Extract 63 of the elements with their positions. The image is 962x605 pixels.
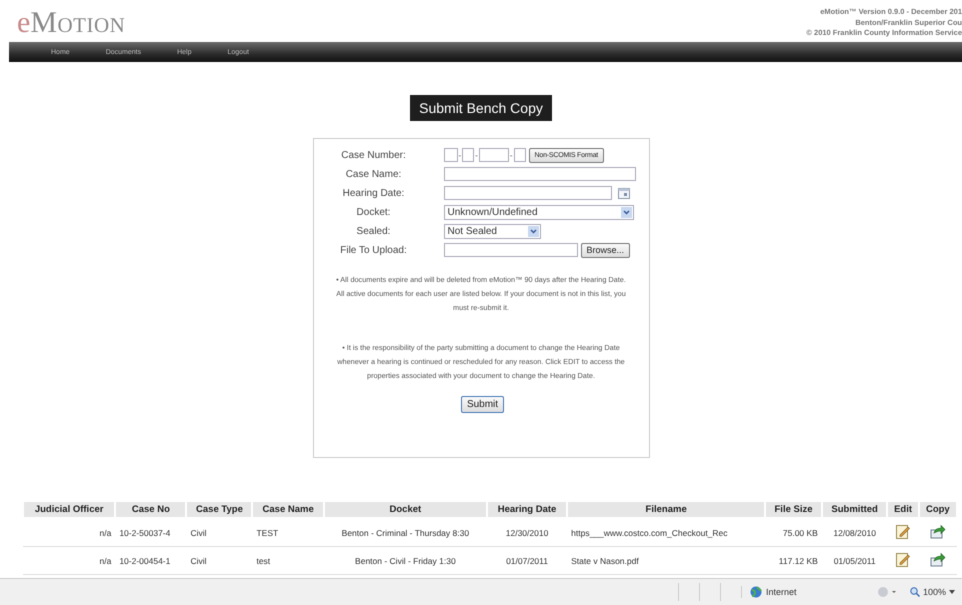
- globe-icon: [750, 586, 762, 598]
- input-field[interactable]: [462, 148, 474, 162]
- input-field[interactable]: [444, 148, 458, 162]
- caret-icon: [949, 590, 955, 594]
- input-field[interactable]: [478, 148, 509, 162]
- column-header: Copy: [918, 501, 957, 518]
- table-cell: 12/30/2010: [486, 518, 568, 546]
- table-cell: test: [252, 546, 324, 574]
- edit-note-icon[interactable]: [896, 552, 910, 567]
- table-cell: n/a: [23, 546, 116, 574]
- zoom-control[interactable]: 100%: [906, 587, 958, 597]
- browse-button[interactable]: Browse...: [580, 242, 630, 258]
- sealed-dropdown[interactable]: Not Sealed: [444, 224, 540, 238]
- input-field[interactable]: [444, 167, 636, 181]
- field-label: Sealed:: [356, 226, 392, 236]
- column-header: Submitted: [822, 501, 888, 518]
- table-cell: Benton - Civil - Friday 1:30: [324, 546, 487, 574]
- column-header: Case No: [115, 501, 186, 518]
- field-label: Case Number:: [340, 150, 407, 160]
- submit-button[interactable]: Submit: [460, 396, 504, 413]
- input-field[interactable]: [514, 148, 526, 162]
- magnifier-icon: [910, 587, 920, 597]
- table-cell: n/a: [23, 518, 116, 546]
- field-label: Case Name:: [344, 168, 402, 180]
- field-label: Hearing Date:: [342, 188, 406, 198]
- separator-text: -: [475, 150, 478, 160]
- copy-arrow-icon[interactable]: [930, 524, 946, 539]
- logo: eMotion: [17, 8, 126, 38]
- table-cell: 12/08/2010: [822, 518, 888, 546]
- table-cell: Benton - Criminal - Thursday 8:30: [324, 518, 487, 546]
- table-cell: TEST: [252, 518, 324, 546]
- separator-text: -: [458, 150, 462, 160]
- copy-arrow-icon[interactable]: [930, 552, 946, 567]
- page-title: Submit Bench Copy: [410, 95, 552, 121]
- table-cell: 01/07/2011: [486, 546, 568, 574]
- docket-dropdown[interactable]: Unknown/Undefined: [444, 204, 634, 220]
- field-label: Docket:: [356, 206, 392, 218]
- separator-text: -: [510, 150, 513, 160]
- column-header: Judicial Officer: [23, 501, 116, 518]
- column-header: Hearing Date: [486, 501, 568, 518]
- table-cell: 75.00 KB: [765, 518, 822, 546]
- table-cell: 10-2-00454-1: [115, 546, 186, 574]
- column-header: Docket: [324, 501, 487, 518]
- table-cell: State v Nason.pdf: [567, 546, 766, 574]
- table-cell: 10-2-50037-4: [115, 518, 186, 546]
- calendar-icon[interactable]: [618, 188, 630, 198]
- field-label: File To Upload:: [339, 244, 408, 256]
- column-header: Edit: [887, 501, 919, 518]
- column-header: File Size: [765, 501, 822, 518]
- dropdown-arrow-icon: [620, 206, 632, 218]
- table-cell: 01/05/2011: [822, 546, 888, 574]
- table-cell: 117.12 KB: [765, 546, 822, 574]
- zone-text: Internet: [766, 587, 796, 597]
- table-cell: Civil: [186, 546, 252, 574]
- table-cell: https___www.costco.com_Checkout_Rec: [567, 518, 766, 546]
- column-header: Case Name: [252, 501, 324, 518]
- table-cell: Civil: [186, 518, 252, 546]
- dropdown-arrow-icon: [528, 226, 538, 236]
- file-input-field[interactable]: [444, 243, 578, 257]
- column-header: Case Type: [186, 501, 252, 518]
- edit-note-icon[interactable]: [896, 524, 910, 539]
- column-header: Filename: [567, 501, 766, 518]
- input-field[interactable]: [444, 186, 612, 200]
